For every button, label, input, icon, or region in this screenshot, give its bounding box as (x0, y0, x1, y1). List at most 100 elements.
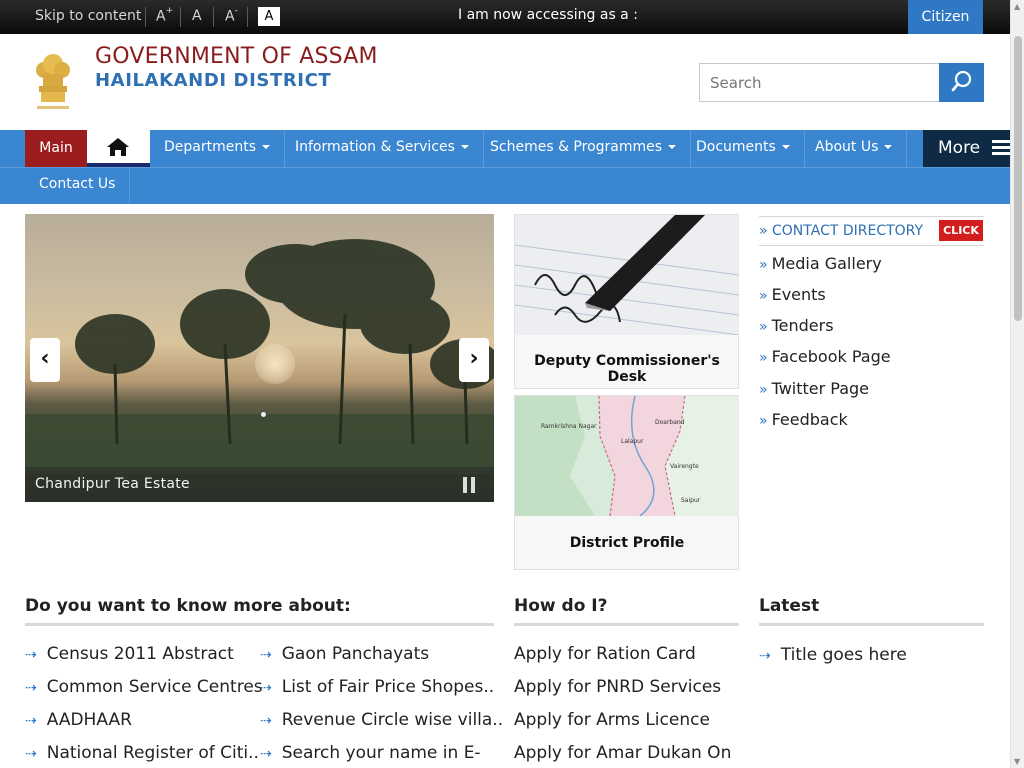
state-emblem-logo[interactable] (31, 42, 75, 114)
search-input[interactable] (699, 63, 940, 102)
slide-caption: Chandipur Tea Estate (35, 476, 190, 492)
arrow-right-icon: ⇢ (260, 680, 272, 696)
twitter-page-link[interactable]: » Twitter Page (759, 379, 869, 398)
section-divider (514, 623, 739, 626)
caret-down-icon (884, 145, 893, 149)
slide-image-tea-estate (25, 239, 494, 474)
click-badge[interactable]: CLICK (939, 220, 983, 241)
section-divider (759, 623, 984, 626)
know-more-link[interactable]: ⇢ Gaon Panchayats (260, 644, 429, 664)
map-label: Doarband (655, 419, 685, 426)
district-profile-title[interactable]: District Profile (515, 535, 739, 551)
district-title[interactable]: HAILAKANDI DISTRICT (95, 70, 331, 91)
know-more-link[interactable]: ⇢ Common Service Centres (25, 677, 263, 697)
nav-about-us[interactable]: About Us (801, 130, 908, 167)
facebook-page-link[interactable]: » Facebook Page (759, 347, 891, 366)
slide-caption-bar: Chandipur Tea Estate (25, 467, 494, 502)
deputy-commissioner-card[interactable]: Deputy Commissioner's Desk (514, 214, 739, 389)
slider-prev-button[interactable]: ‹ (30, 338, 60, 382)
raquo-icon: » (759, 257, 768, 273)
high-contrast-button[interactable]: A (258, 7, 280, 26)
contact-directory-label[interactable]: » CONTACT DIRECTORY (759, 223, 923, 239)
divider (180, 7, 181, 27)
skip-to-content-link[interactable]: Skip to content (35, 8, 141, 24)
arrow-right-icon: ⇢ (759, 648, 771, 664)
scroll-up-icon[interactable]: ▲ (1014, 2, 1020, 11)
caret-down-icon (262, 145, 271, 149)
government-title[interactable]: GOVERNMENT OF ASSAM (95, 44, 378, 69)
divider (213, 7, 214, 27)
accessing-as-label: I am now accessing as a : (458, 7, 638, 23)
hamburger-menu-icon (991, 140, 1010, 155)
nav-divider (0, 167, 1010, 168)
arrow-right-icon: ⇢ (25, 746, 37, 762)
how-do-i-link[interactable]: Apply for Arms Licence (514, 710, 710, 730)
arrow-right-icon: ⇢ (25, 680, 37, 696)
nav-contact-us[interactable]: Contact Us (25, 167, 131, 204)
chevron-left-icon: ‹ (40, 346, 50, 371)
how-do-i-link[interactable]: Apply for Ration Card (514, 644, 696, 664)
nav-information-services[interactable]: Information & Services (281, 130, 484, 167)
map-label: Lalapur (621, 438, 644, 445)
map-label: Ramkrishna Nagar (541, 423, 597, 430)
arrow-right-icon: ⇢ (25, 647, 37, 663)
slider-next-button[interactable]: › (459, 338, 489, 382)
arrow-right-icon: ⇢ (25, 713, 37, 729)
nav-home[interactable] (87, 130, 150, 167)
font-increase-button[interactable]: A+ (156, 6, 173, 25)
know-more-link[interactable]: ⇢ National Register of Citi.. (25, 743, 259, 763)
nav-main[interactable]: Main (25, 130, 87, 167)
know-more-link[interactable]: ⇢ Census 2011 Abstract (25, 644, 234, 664)
top-utility-bar: Skip to content A+ A A- A I am now acces… (0, 0, 1010, 34)
nav-documents[interactable]: Documents (682, 130, 805, 167)
contact-directory-link[interactable]: » CONTACT DIRECTORY CLICK (759, 216, 984, 246)
nav-more[interactable]: More (923, 130, 1010, 167)
map-label: Saipur (681, 497, 701, 504)
image-slider[interactable]: ‹ › Chandipur Tea Estate (25, 214, 494, 502)
district-profile-card[interactable]: Ramkrishna Nagar Lalapur Doarband Vairen… (514, 395, 739, 570)
tenders-link[interactable]: » Tenders (759, 316, 834, 335)
search-icon (951, 70, 971, 92)
latest-item-link[interactable]: ⇢ Title goes here (759, 645, 907, 665)
arrow-right-icon: ⇢ (260, 746, 272, 762)
scrollbar-thumb[interactable] (1014, 36, 1022, 321)
chevron-right-icon: › (469, 346, 479, 371)
home-icon (107, 138, 129, 156)
font-decrease-button[interactable]: A- (225, 6, 238, 25)
raquo-icon: » (759, 350, 768, 366)
nav-departments[interactable]: Departments (150, 130, 286, 167)
divider (247, 7, 248, 27)
caret-down-icon (460, 145, 469, 149)
dc-desk-title[interactable]: Deputy Commissioner's Desk (515, 353, 739, 385)
feedback-link[interactable]: » Feedback (759, 410, 848, 429)
nav-schemes-programmes[interactable]: Schemes & Programmes (476, 130, 692, 167)
how-do-i-link[interactable]: Apply for PNRD Services (514, 677, 721, 697)
district-map-image: Ramkrishna Nagar Lalapur Doarband Vairen… (515, 396, 739, 516)
pause-icon[interactable] (463, 477, 477, 493)
arrow-right-icon: ⇢ (260, 713, 272, 729)
pen-writing-image (515, 215, 739, 335)
search-button[interactable] (939, 63, 984, 102)
scroll-down-icon[interactable]: ▼ (1014, 757, 1020, 766)
arrow-right-icon: ⇢ (260, 647, 272, 663)
slide-indicator-dot[interactable] (261, 412, 266, 417)
how-do-i-link[interactable]: Apply for Amar Dukan On (514, 743, 731, 763)
events-link[interactable]: » Events (759, 285, 826, 304)
section-divider (25, 623, 494, 626)
media-gallery-link[interactable]: » Media Gallery (759, 254, 882, 273)
know-more-heading: Do you want to know more about: (25, 596, 351, 616)
how-do-i-heading: How do I? (514, 596, 608, 616)
know-more-link[interactable]: ⇢ Revenue Circle wise villa.. (260, 710, 503, 730)
know-more-link[interactable]: ⇢ List of Fair Price Shopes.. (260, 677, 494, 697)
raquo-icon: » (759, 319, 768, 335)
raquo-icon: » (759, 288, 768, 304)
font-normal-button[interactable]: A (192, 8, 202, 24)
citizen-selector[interactable]: Citizen (908, 0, 983, 34)
page-scrollbar[interactable]: ▲ ▼ (1010, 0, 1024, 768)
raquo-icon: » (759, 413, 768, 429)
know-more-link[interactable]: ⇢ Search your name in E- (260, 743, 481, 763)
know-more-link[interactable]: ⇢ AADHAAR (25, 710, 132, 730)
caret-down-icon (668, 145, 677, 149)
caret-down-icon (781, 145, 790, 149)
latest-heading: Latest (759, 596, 820, 616)
